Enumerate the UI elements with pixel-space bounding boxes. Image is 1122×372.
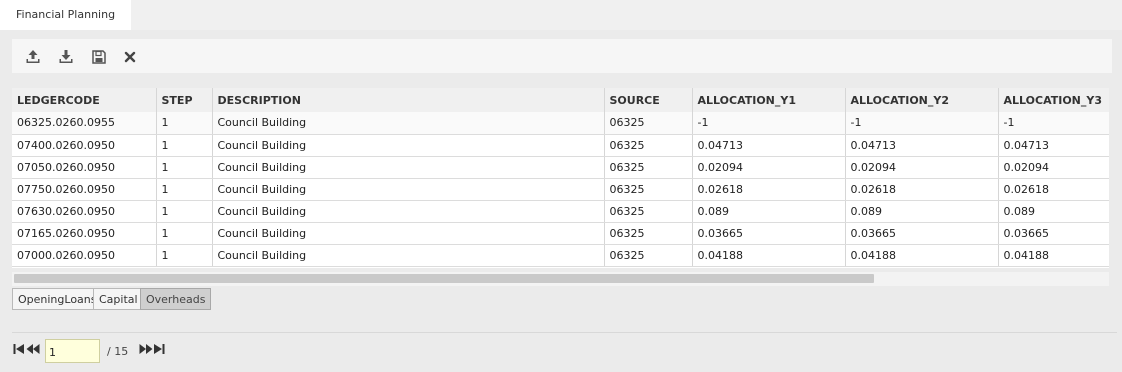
table-row[interactable]: 07630.0260.0950 1 Council Building 06325… — [12, 200, 1109, 223]
table-row[interactable]: 07165.0260.0950 1 Council Building 06325… — [12, 222, 1109, 245]
first-page-icon[interactable] — [13, 343, 25, 355]
cell-step[interactable]: 1 — [156, 222, 213, 245]
cell-allocation-y3[interactable]: 0.02618 — [998, 178, 1109, 201]
cell-description[interactable]: Council Building — [212, 178, 605, 201]
save-icon[interactable] — [91, 49, 107, 65]
cell-allocation-y3[interactable]: -1 — [998, 112, 1109, 135]
table-row[interactable]: 06325.0260.0955 1 Council Building 06325… — [12, 112, 1109, 135]
column-header-source[interactable]: SOURCE — [604, 88, 693, 112]
cell-allocation-y3[interactable]: 0.04188 — [998, 244, 1109, 267]
cell-allocation-y3[interactable]: 0.04713 — [998, 134, 1109, 157]
tab-overheads[interactable]: Overheads — [140, 288, 212, 310]
tab-opening-loans[interactable]: OpeningLoans — [12, 288, 103, 310]
table-row[interactable]: 07050.0260.0950 1 Council Building 06325… — [12, 156, 1109, 179]
ledger-table: LEDGERCODE STEP DESCRIPTION SOURCE ALLOC… — [12, 88, 1109, 267]
column-header-step[interactable]: STEP — [156, 88, 213, 112]
cell-source[interactable]: 06325 — [604, 112, 693, 135]
horizontal-scrollbar[interactable] — [12, 272, 1109, 286]
cell-description[interactable]: Council Building — [212, 112, 605, 135]
cell-allocation-y3[interactable]: 0.03665 — [998, 222, 1109, 245]
column-header-allocation-y1[interactable]: ALLOCATION_Y1 — [692, 88, 846, 112]
cell-allocation-y3[interactable]: 0.02094 — [998, 156, 1109, 179]
cell-step[interactable]: 1 — [156, 178, 213, 201]
table-row[interactable]: 07000.0260.0950 1 Council Building 06325… — [12, 244, 1109, 267]
column-header-ledgercode[interactable]: LEDGERCODE — [12, 88, 157, 112]
cell-source[interactable]: 06325 — [604, 134, 693, 157]
cell-allocation-y3[interactable]: 0.089 — [998, 200, 1109, 223]
table-row[interactable]: 07400.0260.0950 1 Council Building 06325… — [12, 134, 1109, 157]
cell-ledgercode[interactable]: 06325.0260.0955 — [12, 112, 157, 135]
table-row[interactable]: 07750.0260.0950 1 Council Building 06325… — [12, 178, 1109, 201]
cell-step[interactable]: 1 — [156, 112, 213, 135]
tab-financial-planning[interactable]: Financial Planning — [0, 0, 131, 30]
next-page-icon[interactable] — [139, 343, 153, 355]
cell-ledgercode[interactable]: 07165.0260.0950 — [12, 222, 157, 245]
cell-source[interactable]: 06325 — [604, 222, 693, 245]
column-header-allocation-y2[interactable]: ALLOCATION_Y2 — [845, 88, 999, 112]
cell-description[interactable]: Council Building — [212, 244, 605, 267]
page-total-label: / 15 — [107, 345, 129, 358]
cell-ledgercode[interactable]: 07630.0260.0950 — [12, 200, 157, 223]
cell-description[interactable]: Council Building — [212, 222, 605, 245]
cell-description[interactable]: Council Building — [212, 200, 605, 223]
column-header-description[interactable]: DESCRIPTION — [212, 88, 605, 112]
divider — [12, 332, 1117, 333]
cell-allocation-y1[interactable]: 0.03665 — [692, 222, 846, 245]
previous-page-icon[interactable] — [26, 343, 40, 355]
cell-allocation-y2[interactable]: 0.02618 — [845, 178, 999, 201]
cell-step[interactable]: 1 — [156, 244, 213, 267]
cell-step[interactable]: 1 — [156, 156, 213, 179]
header-row: LEDGERCODE STEP DESCRIPTION SOURCE ALLOC… — [12, 88, 1109, 112]
last-page-icon[interactable] — [153, 343, 165, 355]
cell-allocation-y2[interactable]: 0.03665 — [845, 222, 999, 245]
cell-allocation-y2[interactable]: -1 — [845, 112, 999, 135]
cell-allocation-y2[interactable]: 0.04713 — [845, 134, 999, 157]
download-icon[interactable] — [58, 49, 74, 65]
close-icon[interactable] — [122, 49, 138, 65]
data-grid: LEDGERCODE STEP DESCRIPTION SOURCE ALLOC… — [12, 88, 1109, 268]
cell-allocation-y1[interactable]: 0.04188 — [692, 244, 846, 267]
pager: / 15 — [12, 336, 1112, 366]
cell-allocation-y2[interactable]: 0.089 — [845, 200, 999, 223]
cell-step[interactable]: 1 — [156, 134, 213, 157]
cell-source[interactable]: 06325 — [604, 178, 693, 201]
cell-source[interactable]: 06325 — [604, 156, 693, 179]
tab-bar: Financial Planning — [0, 0, 1122, 30]
cell-step[interactable]: 1 — [156, 200, 213, 223]
cell-allocation-y1[interactable]: 0.04713 — [692, 134, 846, 157]
cell-allocation-y1[interactable]: 0.02618 — [692, 178, 846, 201]
cell-source[interactable]: 06325 — [604, 200, 693, 223]
cell-allocation-y1[interactable]: 0.089 — [692, 200, 846, 223]
cell-ledgercode[interactable]: 07000.0260.0950 — [12, 244, 157, 267]
cell-ledgercode[interactable]: 07400.0260.0950 — [12, 134, 157, 157]
cell-allocation-y2[interactable]: 0.04188 — [845, 244, 999, 267]
page-number-input[interactable] — [45, 339, 100, 363]
cell-ledgercode[interactable]: 07750.0260.0950 — [12, 178, 157, 201]
scrollbar-thumb[interactable] — [14, 274, 874, 283]
cell-allocation-y1[interactable]: 0.02094 — [692, 156, 846, 179]
cell-source[interactable]: 06325 — [604, 244, 693, 267]
cell-description[interactable]: Council Building — [212, 134, 605, 157]
column-header-allocation-y3[interactable]: ALLOCATION_Y3 — [998, 88, 1109, 112]
upload-icon[interactable] — [25, 49, 41, 65]
cell-allocation-y2[interactable]: 0.02094 — [845, 156, 999, 179]
tab-capital[interactable]: Capital — [93, 288, 144, 310]
main-panel: LEDGERCODE STEP DESCRIPTION SOURCE ALLOC… — [0, 30, 1122, 372]
cell-allocation-y1[interactable]: -1 — [692, 112, 846, 135]
toolbar — [12, 39, 1112, 73]
cell-ledgercode[interactable]: 07050.0260.0950 — [12, 156, 157, 179]
cell-description[interactable]: Council Building — [212, 156, 605, 179]
